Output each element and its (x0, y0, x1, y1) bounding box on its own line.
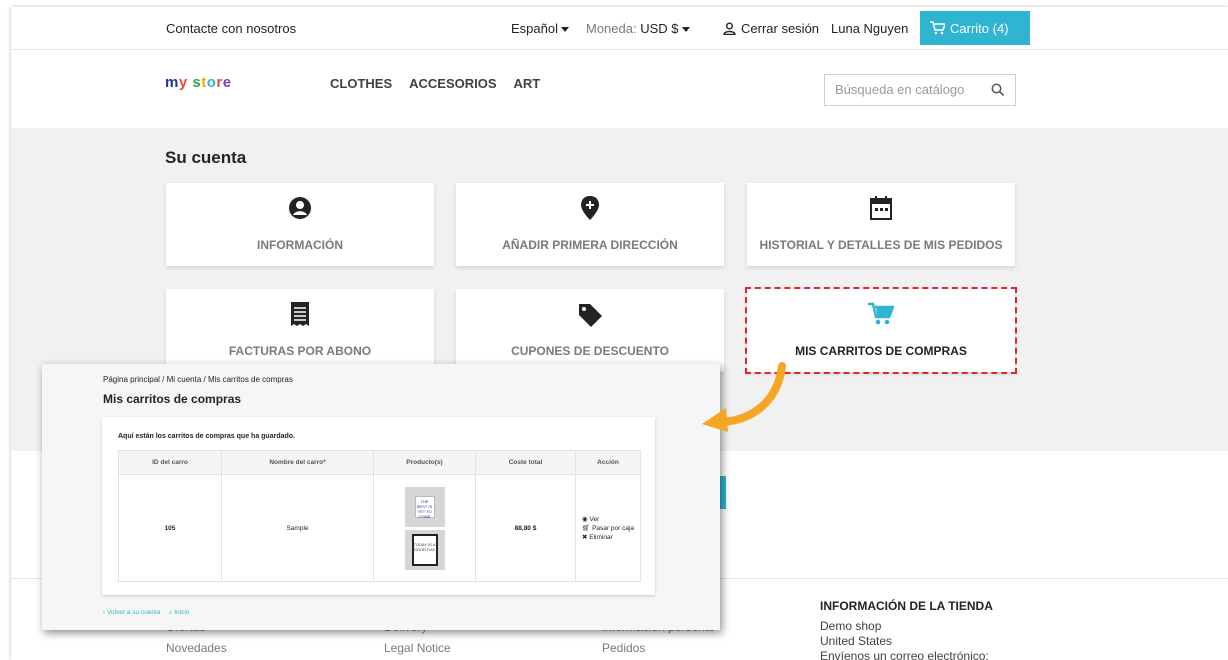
tag-icon (579, 304, 602, 327)
tile-information[interactable]: INFORMACIÓN (166, 183, 434, 266)
account-username[interactable]: Luna Nguyen (831, 21, 908, 36)
tile-label: HISTORIAL Y DETALLES DE MIS PEDIDOS (759, 238, 1003, 252)
preview-title: Mis carritos de compras (103, 392, 242, 406)
currency-value: USD $ (640, 21, 679, 36)
tile-label: MIS CARRITOS DE COMPRAS (795, 344, 967, 358)
checkout-cart-link[interactable]: 🛒︎ Pasar por caja (582, 524, 634, 533)
product-thumbnail-mug[interactable]: THE BEST IS YET TO COME (404, 486, 445, 527)
tile-label: AÑADIR PRIMERA DIRECCIÓN (502, 238, 678, 252)
curved-arrow-icon (702, 362, 786, 432)
top-nav: Contacte con nosotros Español Moneda: US… (11, 7, 1228, 50)
tile-my-saved-carts[interactable]: MIS CARRITOS DE COMPRAS (745, 287, 1017, 374)
tile-label: FACTURAS POR ABONO (228, 344, 372, 358)
footer-link-pedidos[interactable]: Pedidos (602, 641, 645, 655)
tile-add-address[interactable]: AÑADIR PRIMERA DIRECCIÓN (456, 183, 724, 266)
cart-total: 88,80 $ (475, 474, 576, 582)
back-to-account-link[interactable]: ‹ Volver a su cuenta (103, 609, 160, 616)
shopping-cart-icon (868, 302, 894, 325)
tile-credit-slips[interactable]: FACTURAS POR ABONO (166, 289, 434, 372)
currency-selector[interactable]: Moneda: USD $ (586, 21, 690, 36)
column-header: Acción (575, 450, 641, 475)
column-header: Nombre del carro* (221, 450, 374, 475)
page-title: Su cuenta (165, 148, 247, 167)
cart-name: Sample (221, 474, 374, 582)
footer-link-novedades[interactable]: Novedades (166, 641, 227, 655)
eye-icon: ◉ (582, 515, 588, 523)
cart-label: Carrito (4) (950, 20, 1009, 36)
cart-products: THE BEST IS YET TO COME TODAY IS A GOOD … (373, 474, 476, 582)
column-header: ID del carro (118, 450, 222, 475)
store-info-heading: INFORMACIÓN DE LA TIENDA (820, 599, 993, 613)
chevron-left-icon: ‹ (103, 609, 106, 616)
breadcrumb[interactable]: Página principal / Mi cuenta / Mis carri… (103, 375, 293, 384)
menu-item-art[interactable]: ART (514, 76, 541, 91)
saved-carts-intro: Aquí están los carritos de compras que h… (118, 433, 295, 440)
site-header: my store CLOTHES ACCESORIOS ART Búsqueda… (11, 50, 1228, 128)
user-icon (723, 22, 736, 35)
user-circle-icon (289, 197, 311, 219)
map-marker-plus-icon (581, 196, 599, 220)
cart-actions: ◉ Ver 🛒︎ Pasar por caja ✖ Eliminar (575, 474, 641, 582)
saved-carts-preview: Página principal / Mi cuenta / Mis carri… (42, 364, 720, 630)
language-selector[interactable]: Español (511, 21, 569, 36)
logout-label: Cerrar sesión (741, 21, 820, 36)
shopping-cart-icon: 🛒︎ (582, 524, 591, 532)
tile-vouchers[interactable]: CUPONES DE DESCUENTO (456, 289, 724, 372)
column-header: Coste total (475, 450, 576, 475)
language-value: Español (511, 21, 558, 36)
logout-link[interactable]: Cerrar sesión (723, 21, 819, 36)
chevron-down-icon (560, 27, 569, 33)
calendar-icon (870, 196, 892, 220)
tile-order-history[interactable]: HISTORIAL Y DETALLES DE MIS PEDIDOS (747, 183, 1015, 266)
store-info-line: Envíenos un correo electrónico: (820, 649, 989, 660)
footer-link-legal-notice[interactable]: Legal Notice (384, 641, 451, 655)
product-thumbnail-poster[interactable]: TODAY IS A GOOD DAY (404, 529, 445, 570)
cart-id: 105 (118, 474, 222, 582)
close-icon: ✖ (582, 533, 588, 541)
store-logo[interactable]: my store (165, 74, 232, 91)
column-header: Producto(s) (373, 450, 476, 475)
mug-print: THE BEST IS YET TO COME (414, 495, 435, 519)
table-row: 105 Sample THE BEST IS YET TO COME TODAY… (118, 474, 641, 582)
view-cart-link[interactable]: ◉ Ver (582, 515, 634, 524)
tile-label: CUPONES DE DESCUENTO (511, 344, 669, 358)
menu-item-clothes[interactable]: CLOTHES (330, 76, 392, 91)
search-input[interactable]: Búsqueda en catálogo (824, 74, 1016, 106)
chevron-down-icon (681, 27, 690, 33)
table-header-row: ID del carro Nombre del carro* Producto(… (118, 450, 641, 475)
store-info-line: Demo shop (820, 619, 882, 633)
receipt-icon (291, 302, 309, 326)
saved-carts-table: ID del carro Nombre del carro* Producto(… (118, 450, 641, 582)
search-icon[interactable] (991, 83, 1005, 97)
shopping-cart-icon (930, 21, 945, 35)
main-menu: CLOTHES ACCESORIOS ART (330, 76, 540, 91)
poster-print: TODAY IS A GOOD DAY (411, 533, 438, 566)
home-link[interactable]: ⌂ Inicio (168, 609, 189, 616)
contact-link[interactable]: Contacte con nosotros (166, 21, 296, 36)
home-icon: ⌂ (168, 609, 173, 616)
menu-item-accesorios[interactable]: ACCESORIOS (409, 76, 496, 91)
currency-label: Moneda: (586, 21, 637, 36)
saved-carts-card: Aquí están los carritos de compras que h… (102, 417, 655, 595)
store-info-line: United States (820, 634, 893, 648)
search-placeholder: Búsqueda en catálogo (835, 82, 965, 97)
preview-footer-links: ‹ Volver a su cuenta ⌂ Inicio (103, 609, 189, 616)
tile-label: INFORMACIÓN (257, 238, 343, 252)
delete-cart-link[interactable]: ✖ Eliminar (582, 533, 634, 542)
cart-button[interactable]: Carrito (4) (920, 11, 1030, 45)
